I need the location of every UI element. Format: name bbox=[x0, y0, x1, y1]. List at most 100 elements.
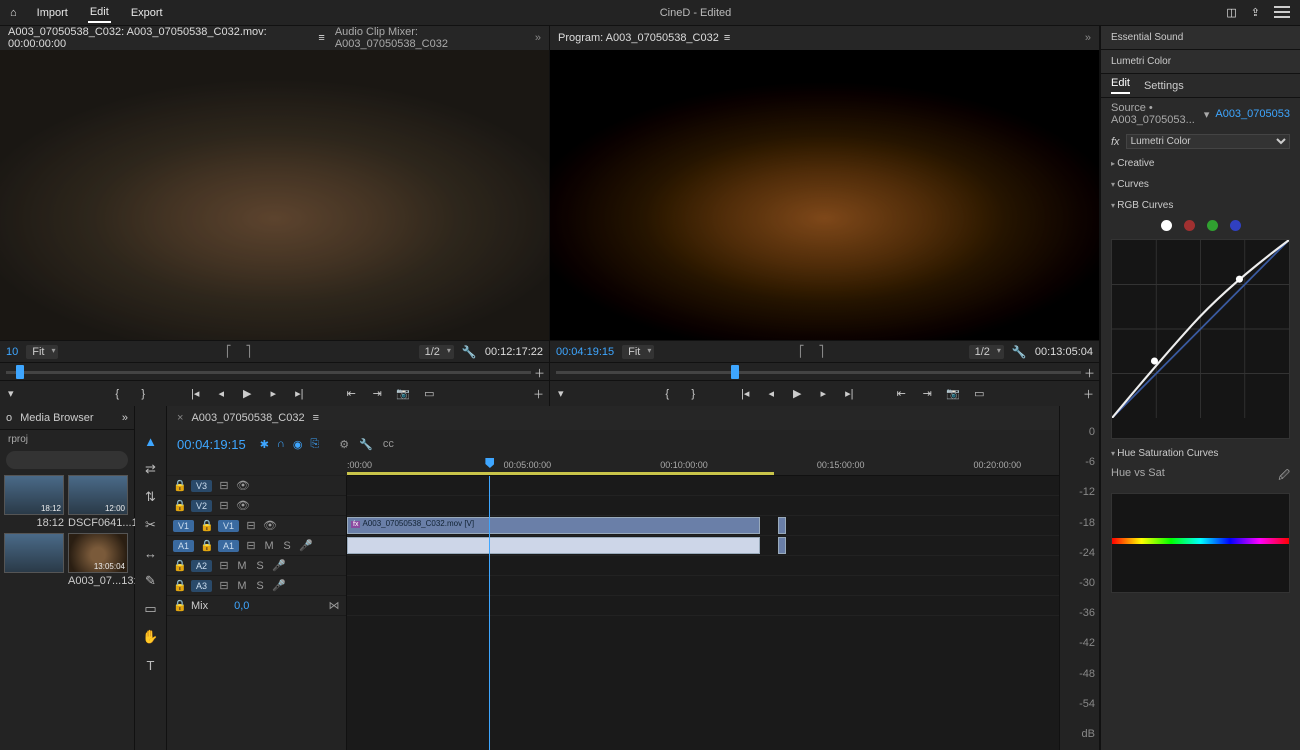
program-viewport[interactable] bbox=[550, 50, 1099, 340]
zoom-fit-dropdown[interactable]: Fit bbox=[26, 345, 58, 359]
in-bracket-icon[interactable]: ⎡ bbox=[222, 345, 236, 358]
track-row[interactable] bbox=[347, 496, 1059, 516]
add-marker-icon[interactable]: ▾ bbox=[0, 387, 14, 400]
pen-tool[interactable]: ✎ bbox=[142, 572, 160, 590]
track-area[interactable]: A003_07050538_C032.mov [V] bbox=[347, 476, 1059, 750]
insert-icon[interactable]: ⇤ bbox=[343, 387, 359, 400]
export-frame-icon[interactable]: 📷 bbox=[395, 387, 411, 400]
caption-icon[interactable]: cc bbox=[383, 438, 394, 451]
lock-icon[interactable]: 🔒 bbox=[173, 579, 185, 592]
source-tab[interactable]: A003_07050538_C032: A003_07050538_C032.m… bbox=[8, 26, 325, 50]
sync-icon[interactable]: ⊟ bbox=[218, 499, 230, 512]
mute-icon[interactable]: M bbox=[263, 540, 275, 552]
rgb-curve-editor[interactable] bbox=[1111, 239, 1290, 439]
lumetri-edit-tab[interactable]: Edit bbox=[1111, 77, 1130, 94]
program-tab[interactable]: Program: A003_07050538_C032 ≡ bbox=[558, 32, 730, 44]
track-row[interactable] bbox=[347, 596, 1059, 616]
program-timecode[interactable]: 00:04:19:15 bbox=[556, 346, 614, 358]
eye-icon[interactable]: 👁 bbox=[236, 499, 248, 512]
play-icon[interactable]: ▶ bbox=[789, 387, 805, 400]
goto-out-icon[interactable]: ▸| bbox=[291, 387, 307, 400]
solo-icon[interactable]: S bbox=[254, 580, 266, 592]
share-icon[interactable]: ⇪ bbox=[1251, 6, 1260, 19]
solo-icon[interactable]: S bbox=[254, 560, 266, 572]
marker-icon[interactable]: ◉ bbox=[293, 438, 303, 451]
timeline-playhead[interactable] bbox=[489, 476, 490, 750]
button-editor-icon[interactable]: ＋ bbox=[1083, 386, 1099, 402]
track-select-fwd-tool[interactable]: ⇄ bbox=[142, 460, 160, 478]
solo-icon[interactable]: S bbox=[281, 540, 293, 552]
track-header-a2[interactable]: 🔒A2⊟MS🎤 bbox=[167, 556, 346, 576]
mark-out-icon[interactable]: } bbox=[135, 388, 151, 400]
resolution-dropdown[interactable]: 1/2 bbox=[969, 345, 1004, 359]
menu-import[interactable]: Import bbox=[35, 4, 70, 22]
effect-dropdown[interactable]: Lumetri Color bbox=[1126, 134, 1290, 149]
in-bracket-icon[interactable]: ⎡ bbox=[795, 345, 809, 358]
curve-luma-dot[interactable] bbox=[1161, 220, 1172, 231]
snap-icon[interactable]: ✱ bbox=[260, 438, 269, 451]
audio-mixer-tab[interactable]: Audio Clip Mixer: A003_07050538_C032 bbox=[335, 26, 525, 50]
out-bracket-icon[interactable]: ⎤ bbox=[814, 345, 828, 358]
lift-icon[interactable]: ⇤ bbox=[893, 387, 909, 400]
lock-icon[interactable]: 🔒 bbox=[173, 499, 185, 512]
sync-icon[interactable]: ⊟ bbox=[218, 579, 230, 592]
timeline-timecode[interactable]: 00:04:19:15 bbox=[177, 437, 246, 452]
eye-icon[interactable]: 👁 bbox=[236, 479, 248, 492]
source-timecode-in[interactable]: 10 bbox=[6, 346, 18, 358]
track-row[interactable] bbox=[347, 556, 1059, 576]
sync-icon[interactable]: ⊟ bbox=[218, 479, 230, 492]
source-viewport[interactable] bbox=[0, 50, 549, 340]
video-clip[interactable] bbox=[778, 517, 786, 534]
lumetri-settings-tab[interactable]: Settings bbox=[1144, 80, 1184, 92]
curve-red-dot[interactable] bbox=[1184, 220, 1195, 231]
mark-out-icon[interactable]: } bbox=[685, 388, 701, 400]
media-browser-tab[interactable]: Media Browser bbox=[20, 412, 93, 424]
track-row[interactable] bbox=[347, 576, 1059, 596]
section-creative[interactable]: Creative bbox=[1101, 153, 1300, 174]
eyedropper-icon[interactable]: 🖉 bbox=[1278, 467, 1290, 486]
mark-in-icon[interactable]: { bbox=[109, 388, 125, 400]
project-tab-icon[interactable]: o bbox=[6, 412, 12, 424]
hue-vs-sat-editor[interactable] bbox=[1111, 493, 1290, 593]
project-search[interactable] bbox=[6, 451, 128, 469]
lumetri-master-link[interactable]: A003_0705053 bbox=[1215, 108, 1290, 120]
voice-icon[interactable]: 🎤 bbox=[272, 559, 284, 572]
mute-icon[interactable]: M bbox=[236, 580, 248, 592]
mark-in-icon[interactable]: { bbox=[659, 388, 675, 400]
voice-icon[interactable]: 🎤 bbox=[299, 539, 311, 552]
tab-overflow-icon[interactable]: » bbox=[1085, 32, 1091, 44]
wrench-icon[interactable]: 🔧 bbox=[359, 438, 373, 451]
track-row[interactable]: A003_07050538_C032.mov [V] bbox=[347, 516, 1059, 536]
button-editor-icon[interactable]: ＋ bbox=[533, 386, 549, 402]
linked-selection-icon[interactable]: ∩ bbox=[277, 438, 285, 451]
add-marker-icon[interactable]: ▾ bbox=[550, 387, 564, 400]
eye-icon[interactable]: 👁 bbox=[263, 519, 275, 532]
goto-out-icon[interactable]: ▸| bbox=[841, 387, 857, 400]
sync-icon[interactable]: ⊟ bbox=[245, 539, 257, 552]
sequence-tab[interactable]: A003_07050538_C032 bbox=[191, 412, 304, 424]
project-clip[interactable] bbox=[4, 533, 64, 587]
tab-overflow-icon[interactable]: » bbox=[535, 32, 541, 44]
resolution-dropdown[interactable]: 1/2 bbox=[419, 345, 454, 359]
zoom-plus-icon[interactable]: ＋ bbox=[1084, 365, 1095, 381]
section-hue-sat[interactable]: Hue Saturation Curves bbox=[1101, 443, 1300, 464]
comparison-icon[interactable]: ▭ bbox=[421, 387, 437, 400]
slip-tool[interactable]: ↔ bbox=[142, 544, 160, 562]
sync-icon[interactable]: ⊟ bbox=[245, 519, 257, 532]
curve-green-dot[interactable] bbox=[1207, 220, 1218, 231]
essential-sound-tab[interactable]: Essential Sound bbox=[1101, 26, 1300, 50]
mute-icon[interactable]: M bbox=[236, 560, 248, 572]
track-row[interactable] bbox=[347, 536, 1059, 556]
track-header-v1[interactable]: V1🔒V1⊟👁 bbox=[167, 516, 346, 536]
lock-icon[interactable]: 🔒 bbox=[173, 479, 185, 492]
settings-wrench-icon[interactable]: 🔧 bbox=[1012, 345, 1027, 359]
track-header-a3[interactable]: 🔒A3⊟MS🎤 bbox=[167, 576, 346, 596]
track-header-a1[interactable]: A1🔒A1⊟MS🎤 bbox=[167, 536, 346, 556]
goto-in-icon[interactable]: |◂ bbox=[737, 387, 753, 400]
settings-wrench-icon[interactable]: 🔧 bbox=[462, 345, 477, 359]
rectangle-tool[interactable]: ▭ bbox=[142, 600, 160, 618]
track-header-v2[interactable]: 🔒V2⊟👁 bbox=[167, 496, 346, 516]
zoom-fit-dropdown[interactable]: Fit bbox=[622, 345, 654, 359]
home-icon[interactable]: ⌂ bbox=[10, 7, 17, 19]
audio-clip[interactable] bbox=[778, 537, 786, 554]
